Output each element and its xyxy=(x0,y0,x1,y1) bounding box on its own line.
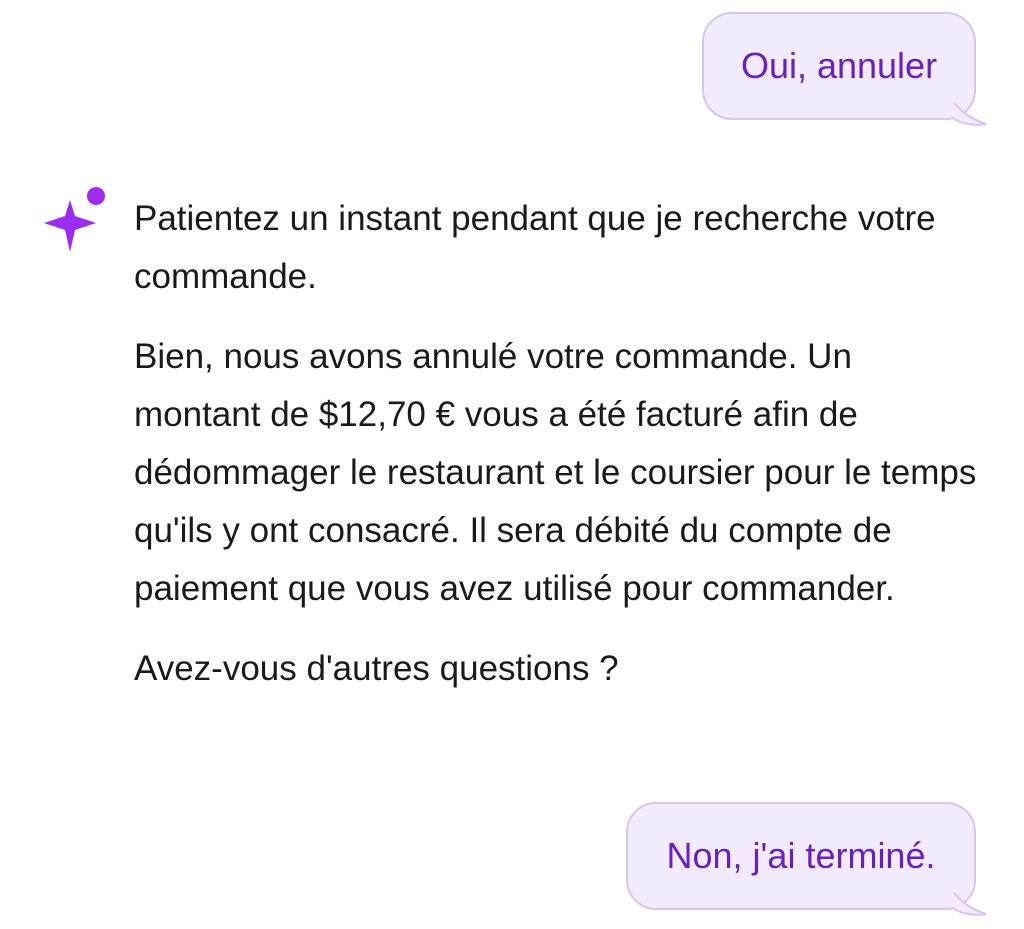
user-message-bubble: Non, j'ai terminé. xyxy=(626,802,988,916)
assistant-paragraph: Bien, nous avons annulé votre commande. … xyxy=(134,337,977,608)
assistant-paragraph: Avez-vous d'autres questions ? xyxy=(134,649,619,688)
user-message-text: Non, j'ai terminé. xyxy=(666,835,936,876)
assistant-paragraph: Patientez un instant pendant que je rech… xyxy=(134,199,936,296)
bubble-tail xyxy=(953,891,988,916)
chat-thread: Oui, annuler Patientez un instant pendan… xyxy=(0,0,1024,929)
user-message-text: Oui, annuler xyxy=(740,45,938,86)
user-message-bubble: Oui, annuler xyxy=(702,12,988,126)
bubble-tail xyxy=(953,101,988,126)
sparkle-icon xyxy=(44,187,105,252)
assistant-message: Patientez un instant pendant que je rech… xyxy=(134,190,984,698)
